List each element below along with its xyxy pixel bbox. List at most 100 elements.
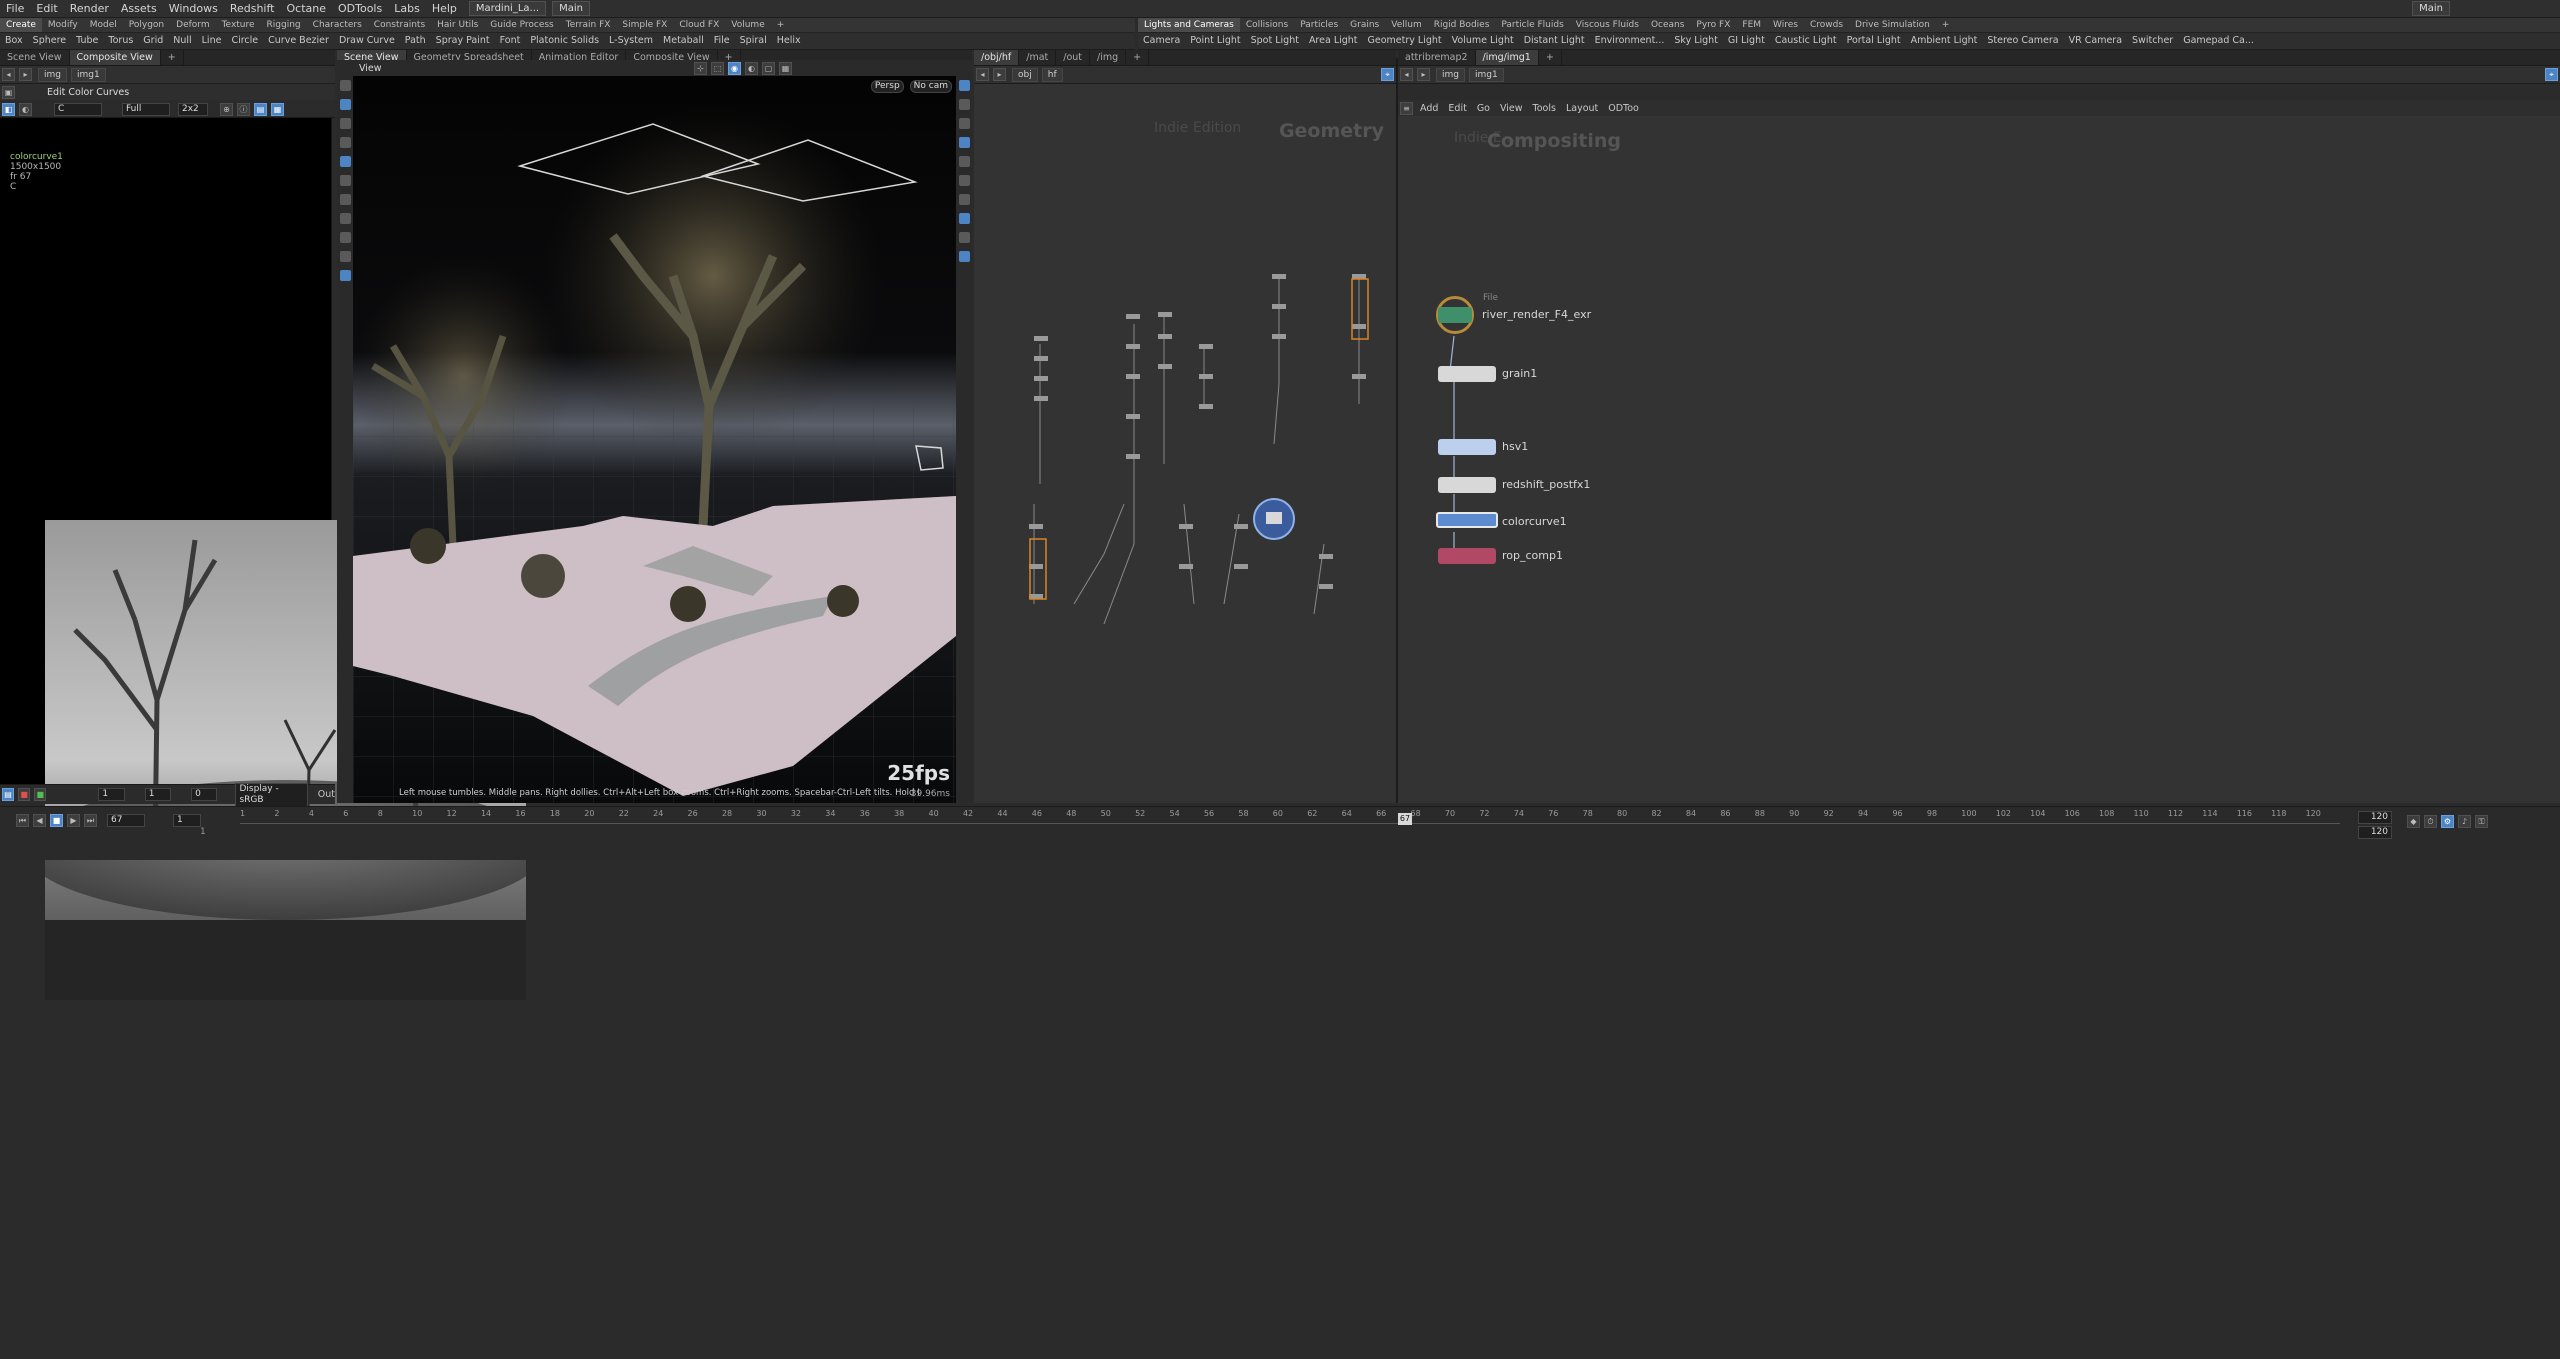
node-colorcurve1[interactable]: colorcurve1 — [1436, 512, 1567, 528]
display-toggle-icon[interactable] — [958, 80, 970, 91]
tool-spiral[interactable]: Spiral — [735, 33, 772, 49]
node-grain1[interactable]: grain1 — [1438, 366, 1537, 382]
menu-windows[interactable]: Windows — [163, 0, 224, 17]
tool-sky-light[interactable]: Sky Light — [1669, 33, 1723, 49]
menu-odtools-net[interactable]: ODToo — [1603, 103, 1644, 114]
scene-file-chip[interactable]: Mardini_La... — [468, 1, 547, 16]
shelf-tab-cloud-fx[interactable]: Cloud FX — [673, 18, 725, 32]
img-pin-icon[interactable]: ⌖ — [2545, 68, 2558, 81]
tool-camera[interactable]: Camera — [1138, 33, 1185, 49]
network-menu-icon[interactable]: ≡ — [1400, 101, 1413, 115]
jump-start-icon[interactable]: ⏮ — [16, 814, 29, 827]
tool-area-light[interactable]: Area Light — [1304, 33, 1363, 49]
menu-octane[interactable]: Octane — [280, 0, 332, 17]
shelf-tab-collisions[interactable]: Collisions — [1240, 18, 1294, 32]
shelf-tab-rigging[interactable]: Rigging — [261, 18, 307, 32]
tool-caustic-light[interactable]: Caustic Light — [1770, 33, 1842, 49]
tool-null[interactable]: Null — [168, 33, 196, 49]
shading-icon[interactable]: ◐ — [745, 61, 758, 75]
grid-view-icon[interactable]: ▦ — [271, 102, 284, 116]
tool-tube[interactable]: Tube — [71, 33, 103, 49]
tool-helix[interactable]: Helix — [772, 33, 806, 49]
play-forward-icon[interactable]: ▶ — [67, 814, 80, 827]
shelf-tab-rigid-bodies[interactable]: Rigid Bodies — [1428, 18, 1496, 32]
shelf-tab-deform[interactable]: Deform — [170, 18, 215, 32]
shelf-tab-particles[interactable]: Particles — [1294, 18, 1344, 32]
shelf-tab-terrain-fx[interactable]: Terrain FX — [560, 18, 617, 32]
img-back-icon[interactable]: ◂ — [1400, 68, 1413, 81]
menu-tools-net[interactable]: Tools — [1528, 103, 1561, 114]
add-tab-img-icon[interactable]: + — [1539, 50, 1562, 65]
shelf-tab-guide-process[interactable]: Guide Process — [484, 18, 559, 32]
shelf-tab-vellum[interactable]: Vellum — [1385, 18, 1427, 32]
tool-distant-light[interactable]: Distant Light — [1519, 33, 1590, 49]
display-lut-select[interactable]: Display - sRGB — [235, 782, 308, 807]
viewport-layout-icon[interactable]: ▦ — [779, 61, 792, 75]
tool-l-system[interactable]: L-System — [604, 33, 658, 49]
tab-img-img1[interactable]: /img/img1 — [1475, 50, 1539, 65]
menu-add[interactable]: Add — [1415, 103, 1443, 114]
tab-scene-view-left[interactable]: Scene View — [0, 50, 70, 65]
compare-icon[interactable]: ◐ — [19, 102, 32, 116]
tool-portal-light[interactable]: Portal Light — [1842, 33, 1906, 49]
zoom-icon[interactable]: ⊕ — [220, 102, 233, 116]
shelf-tab-pyro-fx[interactable]: Pyro FX — [1690, 18, 1736, 32]
resolution-select[interactable]: Full — [122, 102, 170, 116]
menu-layout-net[interactable]: Layout — [1561, 103, 1603, 114]
select-arrow-icon[interactable] — [339, 80, 351, 91]
add-tab-obj-icon[interactable]: + — [1126, 50, 1150, 65]
shelf-tab-viscous-fluids[interactable]: Viscous Fluids — [1570, 18, 1645, 32]
menu-go[interactable]: Go — [1472, 103, 1495, 114]
tab-obj-hf[interactable]: /obj/hf — [974, 50, 1020, 65]
menu-view-net[interactable]: View — [1495, 103, 1528, 114]
menu-labs[interactable]: Labs — [388, 0, 426, 17]
desktop-right-chip[interactable]: Main — [2412, 1, 2450, 16]
obj-forward-icon[interactable]: ▸ — [993, 68, 1006, 81]
pose-icon[interactable] — [339, 194, 351, 205]
path-img-net[interactable]: img — [1436, 67, 1465, 82]
current-frame-marker[interactable]: 67 — [1398, 813, 1412, 825]
node-hsv1[interactable]: hsv1 — [1438, 439, 1528, 455]
shelf-tab-model[interactable]: Model — [84, 18, 123, 32]
bottom-field-1[interactable]: 1 — [98, 788, 125, 801]
add-shelf-tab-icon[interactable]: + — [771, 18, 791, 32]
tool-geometry-light[interactable]: Geometry Light — [1363, 33, 1447, 49]
tool-stereo-camera[interactable]: Stereo Camera — [1982, 33, 2063, 49]
end-frame-field[interactable]: 120 — [2358, 811, 2392, 824]
add-shelf-tab-right-icon[interactable]: + — [1936, 18, 1956, 32]
path-img1[interactable]: img1 — [70, 67, 106, 82]
forward-arrow-icon[interactable]: ▸ — [19, 68, 32, 81]
view-mode-icon[interactable]: ◧ — [2, 102, 15, 116]
tool-platonic-solids[interactable]: Platonic Solids — [525, 33, 604, 49]
shelf-tab-volume[interactable]: Volume — [725, 18, 770, 32]
menu-render[interactable]: Render — [64, 0, 115, 17]
tab-img[interactable]: /img — [1090, 50, 1127, 65]
info-icon[interactable]: ⓘ — [237, 102, 250, 116]
tab-composite-view-left[interactable]: Composite View — [69, 50, 161, 65]
geometry-network-editor[interactable]: Indie Edition Geometry — [974, 84, 1396, 803]
tool-file[interactable]: File — [709, 33, 735, 49]
guide-icon[interactable] — [958, 156, 970, 167]
channel-select[interactable]: C — [54, 102, 102, 116]
display-icon[interactable]: ▤ — [254, 102, 267, 116]
keys-icon[interactable]: ◆ — [2407, 815, 2420, 828]
tool-volume-light[interactable]: Volume Light — [1447, 33, 1519, 49]
obj-pin-icon[interactable]: ⌖ — [1381, 68, 1394, 81]
rotate-icon[interactable] — [339, 137, 351, 148]
scale-icon[interactable] — [339, 156, 351, 167]
tool-path[interactable]: Path — [400, 33, 431, 49]
camera-menu-icon[interactable]: ▢ — [762, 61, 775, 75]
play-reverse-icon[interactable]: ◀ — [33, 814, 46, 827]
menu-help[interactable]: Help — [426, 0, 463, 17]
obj-back-icon[interactable]: ◂ — [976, 68, 989, 81]
menu-odtools[interactable]: ODTools — [332, 0, 388, 17]
path-img1-net[interactable]: img1 — [1468, 67, 1504, 82]
timeline-track[interactable]: 1 2 4 6 8 10 12 14 16 18 20 22 24 26 28 30 32 34 36 38 40 42 4… — [240, 809, 2340, 837]
shelf-tab-lights-cameras[interactable]: Lights and Cameras — [1138, 18, 1240, 32]
tool-metaball[interactable]: Metaball — [658, 33, 709, 49]
shelf-tab-particle-fluids[interactable]: Particle Fluids — [1495, 18, 1569, 32]
tool-line[interactable]: Line — [197, 33, 227, 49]
tool-grid[interactable]: Grid — [138, 33, 168, 49]
shelf-tab-wires[interactable]: Wires — [1767, 18, 1804, 32]
stack-field[interactable]: 0 — [191, 788, 218, 801]
